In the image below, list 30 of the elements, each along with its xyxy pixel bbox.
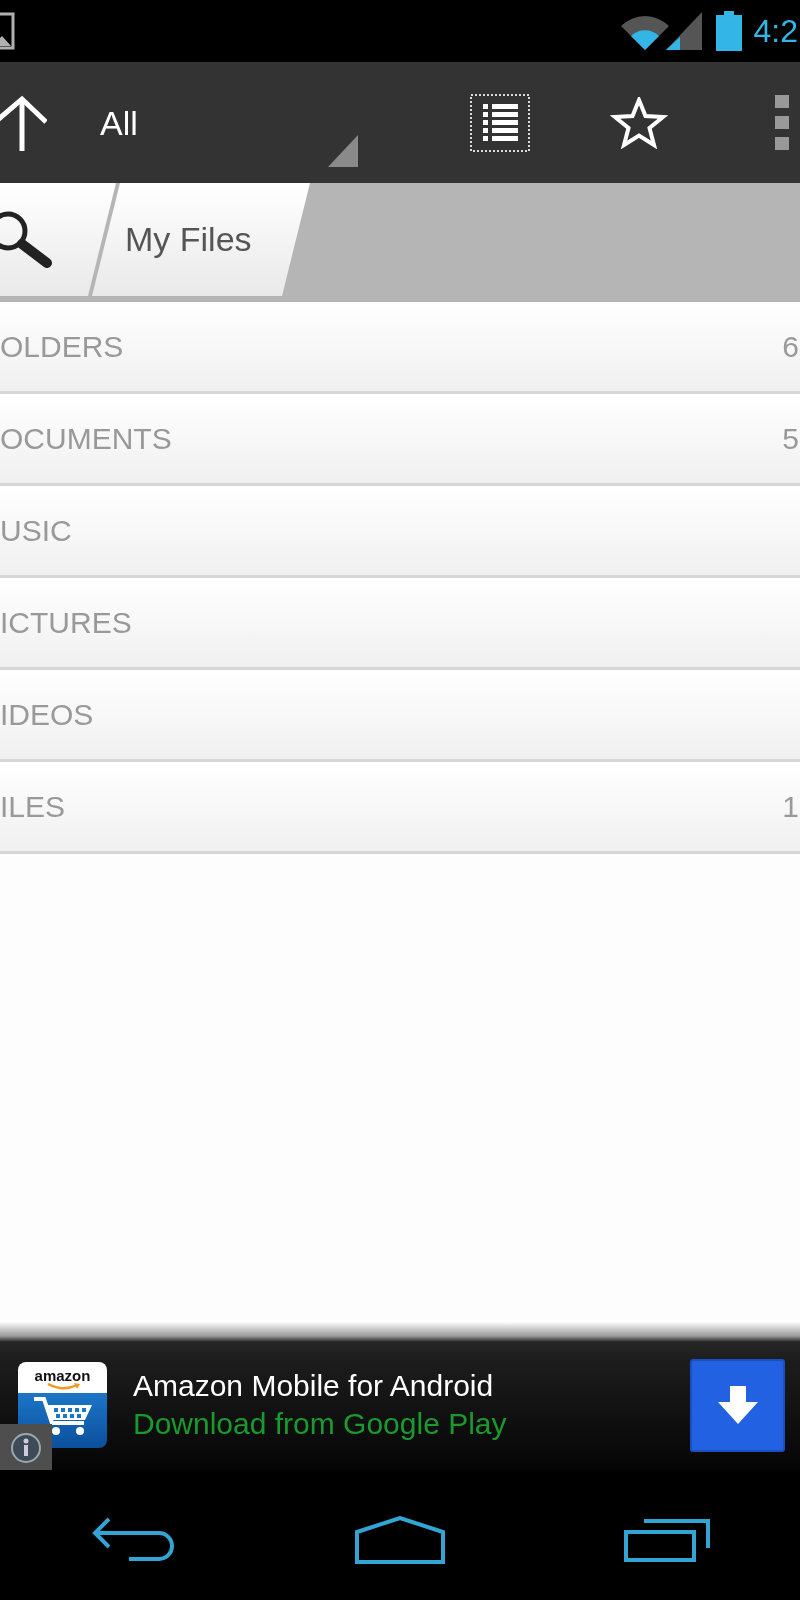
- category-label: USIC: [0, 515, 72, 546]
- item-count: 5: [782, 423, 800, 454]
- logo-text: amazon: [34, 1368, 91, 1383]
- arrow-down-icon: [717, 1386, 758, 1424]
- back-icon[interactable]: [91, 1517, 176, 1563]
- smile-icon: [45, 1383, 80, 1390]
- category-label: IDEOS: [0, 699, 94, 730]
- category-label: ILES: [0, 791, 66, 822]
- ad-banner[interactable]: amazon Amazon Mobile for Android Download from Google Play: [0, 1322, 800, 1470]
- category-label: OCUMENTS: [0, 423, 172, 454]
- battery-icon: [715, 11, 742, 51]
- category-label: ICTURES: [0, 607, 132, 638]
- ad-title: Amazon Mobile for Android: [133, 1368, 495, 1404]
- dropdown-triangle-icon: [328, 135, 358, 167]
- ad-subtitle: Download from Google Play: [133, 1406, 507, 1442]
- category-label: OLDERS: [0, 331, 124, 362]
- signal-icon: [665, 12, 702, 50]
- item-count: 1: [782, 791, 800, 822]
- home-icon[interactable]: [355, 1516, 445, 1564]
- star-icon[interactable]: [610, 96, 668, 149]
- download-button[interactable]: [690, 1358, 785, 1452]
- item-count: 6: [782, 331, 800, 362]
- search-tab[interactable]: [0, 183, 116, 296]
- picture-notification-icon: [0, 12, 15, 50]
- recent-apps-icon[interactable]: [623, 1518, 710, 1562]
- list-view-icon[interactable]: [470, 93, 530, 152]
- clock-time: 4:2: [753, 15, 798, 47]
- overflow-menu-icon[interactable]: [774, 94, 790, 151]
- info-icon[interactable]: [0, 1424, 52, 1470]
- breadcrumb-tab[interactable]: My Files: [92, 183, 310, 296]
